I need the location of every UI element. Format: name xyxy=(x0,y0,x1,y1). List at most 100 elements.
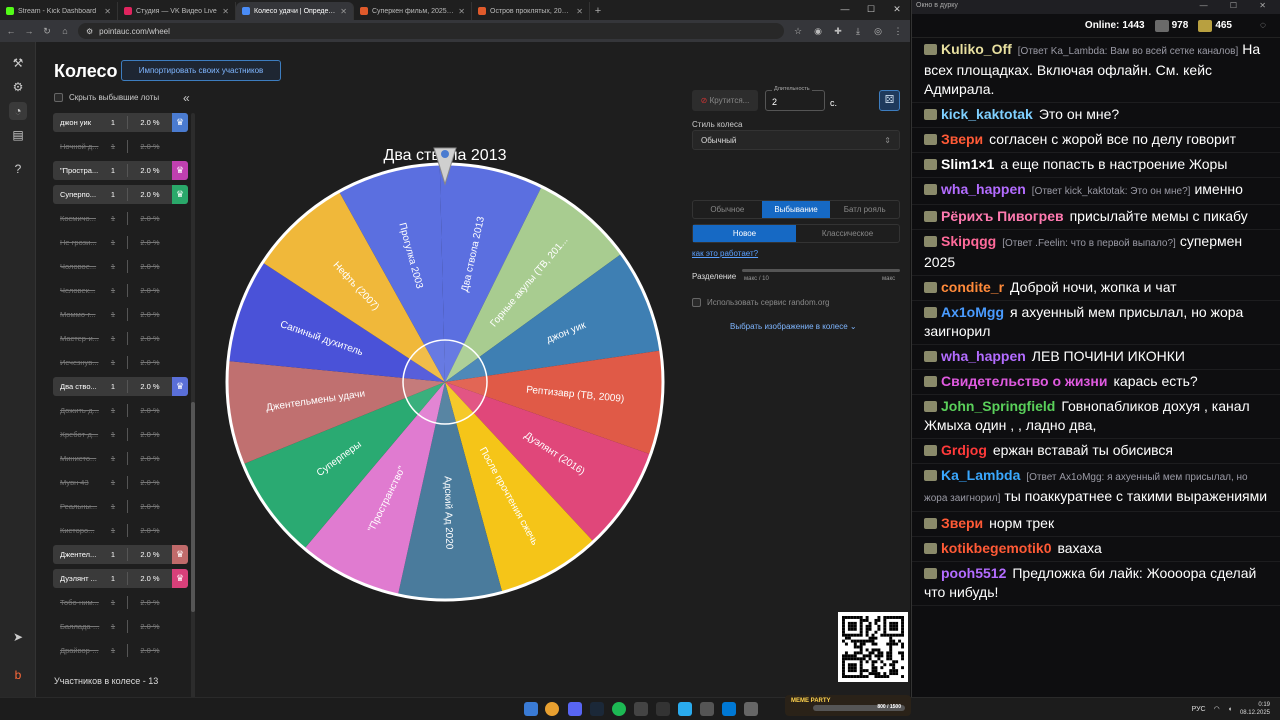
participant-row[interactable]: Хребот-д... 1 2.0 % xyxy=(53,425,188,444)
random-org-checkbox[interactable] xyxy=(692,298,701,307)
variant-tab-1[interactable]: Классическое xyxy=(796,225,899,242)
trophy-icon[interactable]: ♛ xyxy=(172,377,188,396)
back-icon[interactable]: ← xyxy=(6,26,16,36)
participant-row[interactable]: Мувн 43 1 2.0 % xyxy=(53,473,188,492)
app-icon-3[interactable] xyxy=(722,702,736,716)
settings-icon[interactable]: ⚙ xyxy=(9,78,27,96)
random-org-toggle[interactable]: Использовать сервис random.org xyxy=(692,298,829,307)
boosty-icon[interactable]: b xyxy=(9,666,27,684)
chat-nick[interactable]: John_Springfield xyxy=(941,398,1055,414)
list-scroll-thumb[interactable] xyxy=(191,402,195,612)
chat-nick[interactable]: wha_happen xyxy=(941,181,1026,197)
chat-nick[interactable]: Kuliko_Off xyxy=(941,41,1012,57)
participant-row[interactable]: Джентел... 1 2.0 % ♛ xyxy=(53,545,188,564)
chat-nick[interactable]: Skipqgg xyxy=(941,233,996,249)
start-icon[interactable] xyxy=(524,702,538,716)
mode-tab-2[interactable]: Батл рояль xyxy=(830,201,899,218)
chat-nick[interactable]: Ka_Lambda xyxy=(941,467,1020,483)
chat-nick[interactable]: pooh5512 xyxy=(941,565,1006,581)
site-info-icon[interactable]: ⚙ xyxy=(86,27,93,36)
tab-2[interactable]: Колесо удачи | Определите по✕ xyxy=(236,2,354,20)
participant-row[interactable]: Драйвор-... 1 2.0 % xyxy=(53,641,188,660)
trophy-icon[interactable]: ♛ xyxy=(172,569,188,588)
how-it-works-link[interactable]: как это работает? xyxy=(692,249,758,258)
bookmark-star-icon[interactable]: ☆ xyxy=(792,26,804,37)
tab-close-icon[interactable]: ✕ xyxy=(340,7,347,16)
select-image-button[interactable]: Выбрать изображение в колесе ⌄ xyxy=(730,322,857,331)
participant-row[interactable]: Чоловое... 1 2.0 % xyxy=(53,257,188,276)
tab-close-icon[interactable]: ✕ xyxy=(222,7,229,16)
steam-icon[interactable] xyxy=(590,702,604,716)
app-icon-4[interactable] xyxy=(744,702,758,716)
wheel-style-select[interactable]: Обычный ⇕ xyxy=(692,130,900,150)
telegram-taskbar-icon[interactable] xyxy=(678,702,692,716)
participant-row[interactable]: Два ство... 1 2.0 % ♛ xyxy=(53,377,188,396)
mode-tab-0[interactable]: Обычное xyxy=(693,201,762,218)
chat-nick[interactable]: Звери xyxy=(941,131,983,147)
chat-window-controls[interactable]: — ☐ ✕ xyxy=(1200,1,1276,10)
download-icon[interactable]: ⤓ xyxy=(852,26,864,37)
split-slider[interactable] xyxy=(742,269,900,272)
wheel-center[interactable] xyxy=(402,339,488,425)
url-field[interactable]: ⚙ pointauc.com/wheel xyxy=(78,23,784,39)
discord-icon[interactable] xyxy=(568,702,582,716)
chat-nick[interactable]: condite_r xyxy=(941,279,1004,295)
participant-row[interactable]: Баллада-... 1 2.0 % xyxy=(53,617,188,636)
duration-input[interactable]: 2 xyxy=(765,90,825,111)
chat-nick[interactable]: Grdjog xyxy=(941,442,987,458)
volume-icon[interactable]: ◖ xyxy=(1228,706,1232,713)
import-participants-button[interactable]: Импортировать своих участников xyxy=(121,60,281,81)
participant-row[interactable]: Мастер-и... 1 2.0 % xyxy=(53,329,188,348)
tab-4[interactable]: Остров проклятых, 2009 — сю ✕ xyxy=(472,2,590,20)
participant-row[interactable]: Человек... 1 2.0 % xyxy=(53,281,188,300)
participant-row[interactable]: Суперпо... 1 2.0 % ♛ xyxy=(53,185,188,204)
maximize-button[interactable]: ☐ xyxy=(858,0,884,18)
trophy-icon[interactable]: ♛ xyxy=(172,545,188,564)
participant-row[interactable]: Не грози... 1 2.0 % xyxy=(53,233,188,252)
participant-row[interactable]: Дожить-д... 1 2.0 % xyxy=(53,401,188,420)
wheel[interactable]: Два ствола 2013 Горные акулы (ТВ, 201...д… xyxy=(220,100,670,620)
participant-row[interactable]: Кисторо... 1 2.0 % xyxy=(53,521,188,540)
participant-row[interactable]: Исчезнув... 1 2.0 % xyxy=(53,353,188,372)
hide-winners-checkbox[interactable] xyxy=(54,93,63,102)
app-icon-2[interactable] xyxy=(700,702,714,716)
wheel-icon[interactable]: ◔ xyxy=(9,102,27,120)
chrome-icon[interactable] xyxy=(545,702,559,716)
chat-nick[interactable]: wha_happen xyxy=(941,348,1026,364)
telegram-icon[interactable]: ➤ xyxy=(9,628,27,646)
tab-close-icon[interactable]: ✕ xyxy=(576,7,583,16)
hide-winners-toggle[interactable]: Скрыть выбывшие лоты xyxy=(54,93,159,102)
chat-nick[interactable]: Рёрихъ Пивогрев xyxy=(941,208,1064,224)
profile-icon[interactable]: ◎ xyxy=(872,26,884,37)
chat-nick[interactable]: Звери xyxy=(941,515,983,531)
chat-nick[interactable]: Ax1oMgg xyxy=(941,304,1004,320)
participant-row[interactable]: джон уик 1 2.0 % ♛ xyxy=(53,113,188,132)
spin-button[interactable]: ⊘ Крутится... xyxy=(692,90,758,111)
tab-close-icon[interactable]: ✕ xyxy=(104,7,111,16)
minimize-button[interactable]: — xyxy=(832,0,858,18)
new-tab-button[interactable]: + xyxy=(590,2,606,20)
puzzle-icon[interactable]: ✚ xyxy=(832,26,844,37)
spotify-icon[interactable] xyxy=(612,702,626,716)
menu-icon[interactable]: ⋮ xyxy=(892,26,904,37)
mode-tab-1[interactable]: Выбывание xyxy=(761,201,831,218)
tab-close-icon[interactable]: ✕ xyxy=(458,7,465,16)
gavel-icon[interactable]: ⚒ xyxy=(9,54,27,72)
participant-row[interactable]: Реальны... 1 2.0 % xyxy=(53,497,188,516)
help-icon[interactable]: ? xyxy=(9,160,27,178)
variant-tab-0[interactable]: Новое xyxy=(693,225,796,242)
clipboard-icon[interactable]: ▤ xyxy=(9,126,27,144)
clock[interactable]: 0:19 08.12.2025 xyxy=(1240,701,1270,717)
trophy-icon[interactable]: ♛ xyxy=(172,185,188,204)
trophy-icon[interactable]: ♛ xyxy=(172,161,188,180)
close-button[interactable]: ✕ xyxy=(884,0,910,18)
tab-1[interactable]: Студия — VK Видео Live ✕ xyxy=(118,2,236,20)
tab-0[interactable]: Stream - Kick Dashboard ✕ xyxy=(0,2,118,20)
wifi-icon[interactable]: ◠ xyxy=(1214,705,1220,713)
collapse-list-icon[interactable]: « xyxy=(183,91,190,105)
chat-settings-icon[interactable]: ◌ xyxy=(1260,20,1266,31)
forward-icon[interactable]: → xyxy=(24,26,34,36)
participant-row[interactable]: Моммо-г... 1 2.0 % xyxy=(53,305,188,324)
obs-icon[interactable] xyxy=(634,702,648,716)
home-icon[interactable]: ⌂ xyxy=(60,26,70,36)
